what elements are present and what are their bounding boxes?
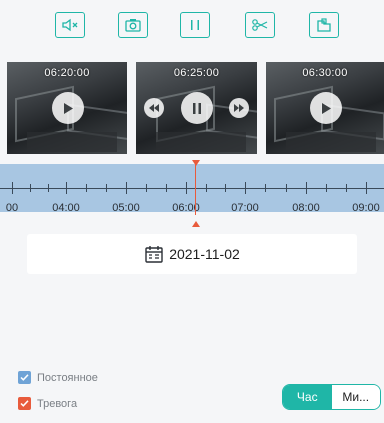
checkbox-icon[interactable]: [18, 397, 31, 410]
scale-toggle: Час Ми...: [282, 384, 381, 410]
export-icon: [317, 18, 331, 32]
timeline-major-tick: [366, 182, 367, 194]
timeline-minor-tick: [30, 184, 31, 192]
thumbnail-time: 06:20:00: [44, 67, 90, 79]
timeline-minor-tick: [326, 184, 327, 192]
date-picker[interactable]: 2021-11-02: [27, 234, 357, 274]
thumbnail-time: 06:25:00: [173, 67, 220, 79]
timeline-minor-tick: [346, 184, 347, 192]
timeline-minor-tick: [48, 184, 49, 192]
play-icon[interactable]: [52, 92, 84, 124]
thumbnail-3[interactable]: 06:30:00: [266, 62, 384, 154]
snapshot-button[interactable]: [118, 12, 148, 38]
timeline-major-tick: [245, 182, 246, 194]
timeline-major-tick: [186, 182, 187, 194]
scale-minute-button[interactable]: Ми...: [331, 385, 380, 409]
camera-icon: [125, 19, 141, 32]
playback-toolbar: [0, 0, 384, 48]
speaker-mute-icon: [62, 18, 78, 32]
timeline-major-tick: [66, 182, 67, 194]
play-icon[interactable]: [310, 92, 342, 124]
scissors-icon: [252, 19, 268, 31]
thumbnail-time: 06:30:00: [302, 67, 348, 79]
date-value: 2021-11-02: [169, 246, 240, 262]
timeline-major-tick: [126, 182, 127, 194]
timeline-minor-tick: [206, 184, 207, 192]
timeline-label: 00: [5, 202, 19, 214]
scale-hour-button[interactable]: Час: [283, 385, 332, 409]
fast-forward-icon[interactable]: [229, 98, 249, 118]
timeline-label: 04:00: [52, 202, 80, 214]
timeline-minor-tick: [286, 184, 287, 192]
thumbnail-strip[interactable]: 06:20:00 06:25:00 06:30:00: [0, 62, 384, 154]
rewind-icon[interactable]: [144, 98, 164, 118]
timeline-label: 08:00: [292, 202, 320, 214]
timeline-major-tick: [306, 182, 307, 194]
timeline-minor-tick: [225, 184, 226, 192]
timeline-ruler[interactable]: 00 04:00 05:00 06:00 07:00 08:00 09:00: [0, 164, 384, 214]
timeline-label: 07:00: [231, 202, 259, 214]
thumbnail-watermark: [122, 68, 123, 74]
export-button[interactable]: [309, 12, 339, 38]
timeline-minor-tick: [146, 184, 147, 192]
legend-continuous[interactable]: Постоянное: [18, 371, 98, 384]
clip-button[interactable]: [245, 12, 275, 38]
thumbnail-1[interactable]: 06:20:00: [7, 62, 127, 154]
checkbox-icon[interactable]: [18, 371, 31, 384]
timeline-label: 09:00: [352, 202, 380, 214]
pause-icon: [191, 20, 199, 30]
timeline-minor-tick: [166, 184, 167, 192]
timeline-label: 05:00: [112, 202, 140, 214]
calendar-icon: [145, 246, 163, 263]
thumbnail-2[interactable]: 06:25:00: [136, 62, 257, 154]
cursor-top-marker: [192, 160, 200, 166]
mute-button[interactable]: [55, 12, 85, 38]
timeline-minor-tick: [86, 184, 87, 192]
timeline-minor-tick: [106, 184, 107, 192]
timeline-major-tick: [12, 182, 13, 194]
timeline-cursor[interactable]: [195, 164, 196, 215]
pause-button[interactable]: [180, 12, 210, 38]
pause-icon[interactable]: [181, 92, 213, 124]
timeline-minor-tick: [265, 184, 266, 192]
legend-continuous-label: Постоянное: [37, 371, 98, 384]
cursor-bottom-marker: [192, 221, 200, 227]
legend-alarm[interactable]: Тревога: [18, 397, 77, 410]
legend-alarm-label: Тревога: [37, 397, 78, 410]
